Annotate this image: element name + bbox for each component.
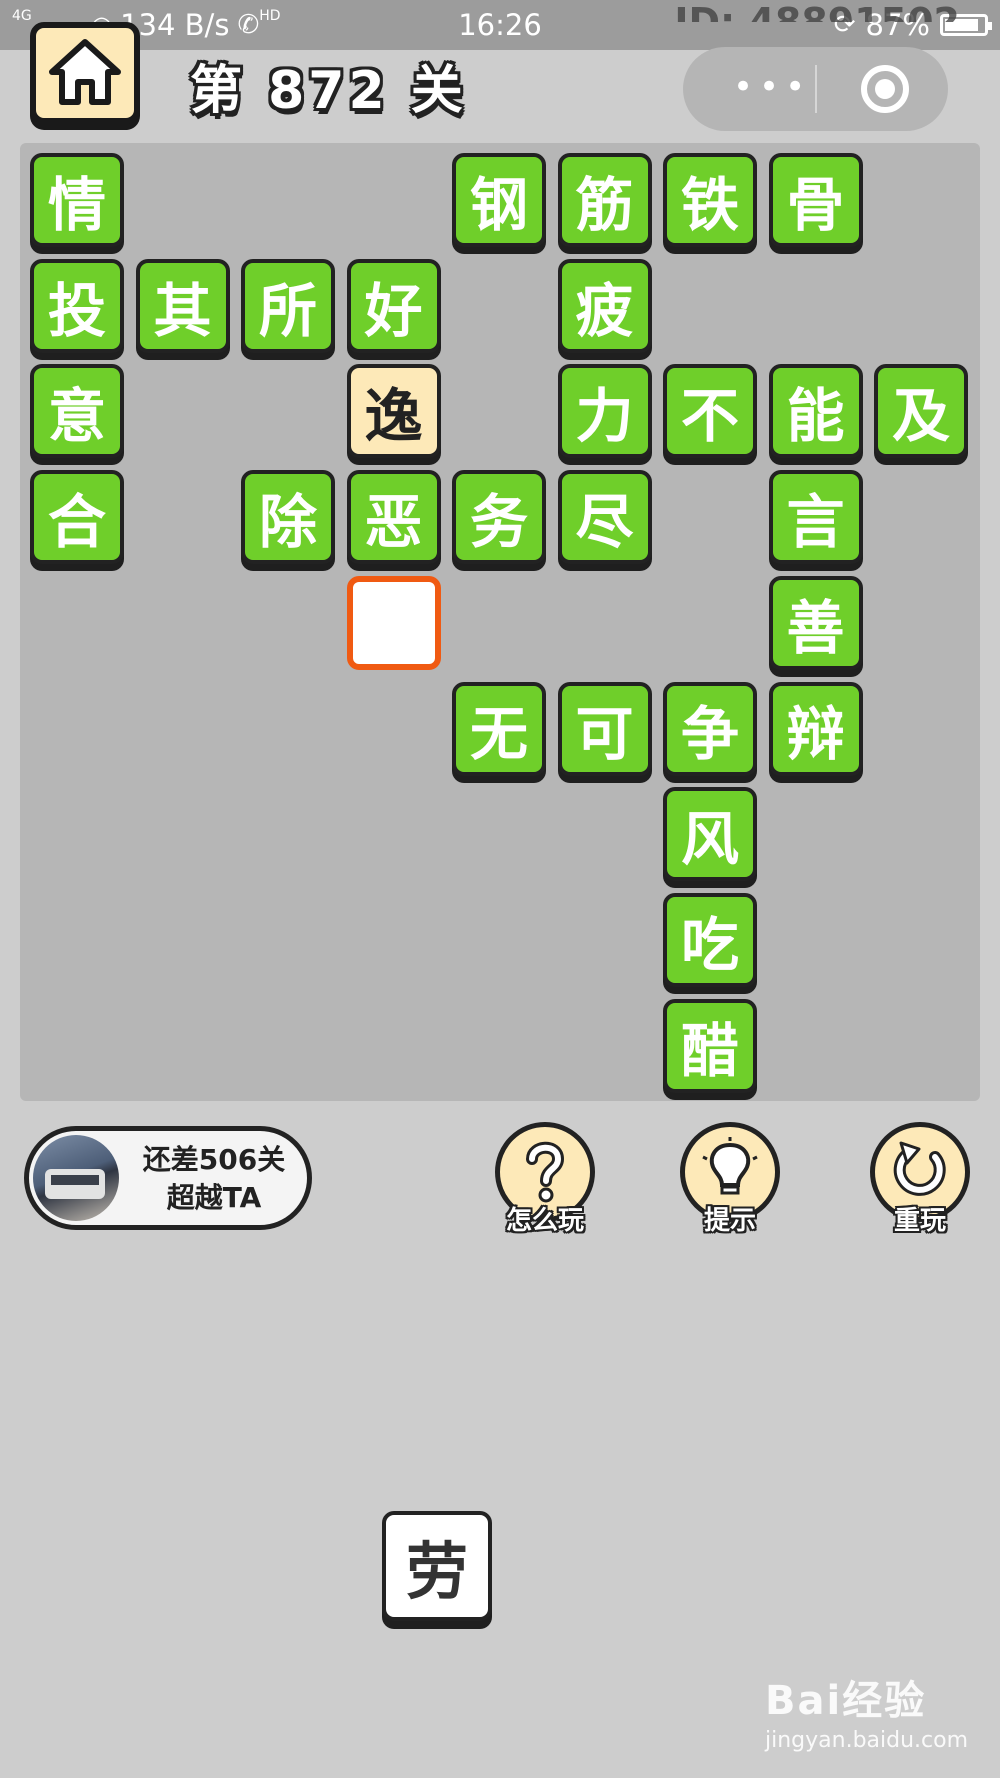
how-to-play-button[interactable]: 怎么玩 <box>490 1122 600 1236</box>
hint-label: 提示 <box>703 1206 756 1236</box>
how-to-play-label: 怎么玩 <box>505 1206 584 1236</box>
board-tile[interactable]: 争 <box>663 681 757 776</box>
board-tile[interactable]: 尽 <box>557 470 652 565</box>
close-miniprogram-icon[interactable] <box>861 65 909 113</box>
lightbulb-icon <box>702 1137 758 1195</box>
home-icon <box>49 39 121 105</box>
board-tile[interactable]: 及 <box>874 364 968 459</box>
board-tile[interactable]: 合 <box>30 470 124 565</box>
choice-tile[interactable]: 劳 <box>382 1511 492 1621</box>
friend-challenge[interactable]: 还差506关 超越TA <box>24 1126 312 1230</box>
board-tile[interactable]: 情 <box>30 153 124 247</box>
board-tile[interactable]: 无 <box>452 681 546 776</box>
watermark-brand: Bai经验 <box>765 1678 927 1724</box>
board-tile[interactable]: 恶 <box>346 470 441 565</box>
board-tile[interactable]: 钢 <box>452 153 546 247</box>
empty-slot[interactable] <box>346 575 441 670</box>
board-tile[interactable]: 意 <box>30 364 124 459</box>
board-tile[interactable]: 不 <box>663 364 757 459</box>
board-tile[interactable]: 力 <box>557 364 652 459</box>
board-tile[interactable]: 务 <box>452 470 546 565</box>
replay-icon <box>893 1141 946 1196</box>
miniprogram-capsule: ••• <box>683 47 948 131</box>
board-tile[interactable]: 言 <box>768 470 863 565</box>
board-tile[interactable]: 醋 <box>663 998 757 1093</box>
board-tile[interactable]: 吃 <box>663 892 757 987</box>
board-tile[interactable]: 好 <box>346 258 441 353</box>
board-tile[interactable]: 其 <box>135 258 230 353</box>
replay-label: 重玩 <box>893 1206 946 1236</box>
more-menu-icon[interactable]: ••• <box>733 70 811 104</box>
watermark: Bai经验 jingyan.baidu.com <box>765 1668 968 1753</box>
hint-button[interactable]: 提示 <box>675 1122 785 1236</box>
replay-button[interactable]: 重玩 <box>865 1122 975 1236</box>
board-tile[interactable]: 投 <box>30 258 124 353</box>
question-mark-icon <box>526 1141 565 1203</box>
level-title: 第 872 关 <box>190 61 467 121</box>
board-tile[interactable]: 骨 <box>768 153 863 247</box>
home-button[interactable] <box>30 22 140 124</box>
friend-avatar <box>33 1135 119 1221</box>
board-tile[interactable]: 铁 <box>663 153 757 247</box>
challenge-line1: 还差506关 <box>142 1143 286 1176</box>
watermark-url: jingyan.baidu.com <box>765 1728 969 1753</box>
board-tile[interactable]: 除 <box>241 470 335 565</box>
board-tile[interactable]: 风 <box>663 787 757 882</box>
crossword-board: 情 钢筋铁骨投其所好 疲意 逸 力不能及合 除恶务尽 言善无可争辩风吃醋 <box>20 143 980 1101</box>
board-tile[interactable]: 疲 <box>557 258 652 353</box>
board-tile[interactable]: 能 <box>768 364 863 459</box>
capsule-divider <box>815 65 817 113</box>
board-tile[interactable]: 辩 <box>768 681 863 776</box>
board-tile[interactable]: 善 <box>768 575 863 670</box>
board-tile[interactable]: 所 <box>241 258 335 353</box>
challenge-text: 还差506关 超越TA <box>129 1141 299 1217</box>
board-tile[interactable]: 逸 <box>346 364 441 459</box>
board-tile[interactable]: 可 <box>557 681 652 776</box>
challenge-line2: 超越TA <box>166 1181 262 1214</box>
board-tile[interactable]: 筋 <box>557 153 652 247</box>
